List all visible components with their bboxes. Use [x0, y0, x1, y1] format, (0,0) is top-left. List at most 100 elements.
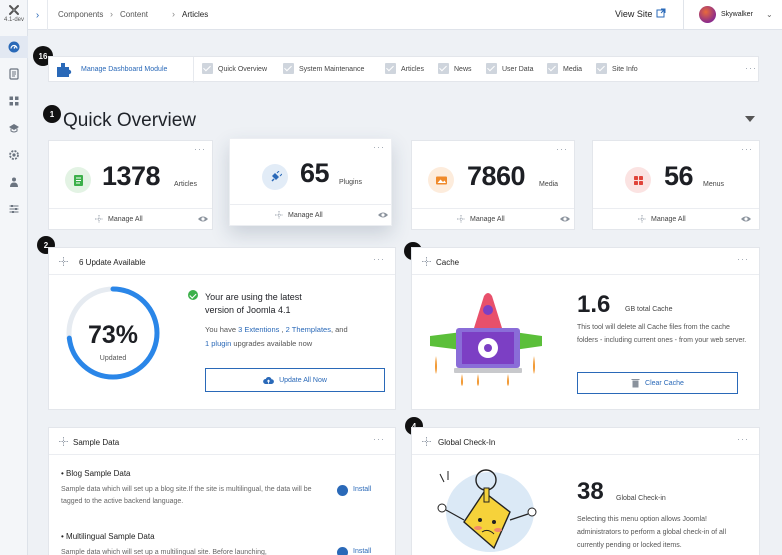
- update-all-button[interactable]: Update All Now: [205, 368, 385, 392]
- module-label-user-data[interactable]: User Data: [502, 66, 534, 73]
- extensions-icon[interactable]: [6, 174, 22, 190]
- manage-all-link-menus[interactable]: Manage All: [651, 216, 686, 223]
- more-options-icon[interactable]: ···: [737, 254, 749, 264]
- puzzle-icon[interactable]: [55, 61, 73, 79]
- top-bar: › Components › Content › Articles View S…: [28, 0, 782, 30]
- manage-all-link-articles[interactable]: Manage All: [108, 216, 143, 223]
- breadcrumb-content[interactable]: Content: [120, 10, 148, 19]
- eye-icon[interactable]: [559, 214, 571, 224]
- install-blog-button[interactable]: Install: [353, 486, 371, 493]
- stat-card-plugins: ··· 65 Plugins Manage All: [229, 138, 392, 226]
- check-circle-icon: [188, 290, 198, 300]
- more-options-icon[interactable]: ···: [556, 144, 568, 154]
- breadcrumb-components[interactable]: Components: [58, 10, 103, 19]
- checkbox-site-info[interactable]: [596, 63, 607, 74]
- stat-value-plugins: 65: [300, 158, 330, 188]
- cache-size: 1.6: [577, 291, 611, 318]
- move-icon[interactable]: [59, 257, 68, 266]
- eye-icon[interactable]: [197, 214, 209, 224]
- avatar[interactable]: [699, 6, 716, 23]
- clear-cache-button[interactable]: Clear Cache: [577, 372, 738, 394]
- checkbox-system-maintenance[interactable]: [283, 63, 294, 74]
- move-icon[interactable]: [422, 437, 431, 446]
- module-label-site-info[interactable]: Site Info: [612, 66, 638, 73]
- move-icon: [275, 211, 283, 219]
- content-icon[interactable]: [6, 66, 22, 82]
- rocket-illustration: [430, 293, 542, 386]
- update-summary: You have 3 Extentions , 2 Themplates, an…: [205, 323, 385, 351]
- stat-label-menus: Menus: [703, 181, 725, 188]
- external-link-icon[interactable]: [656, 8, 666, 18]
- update-headline-line1: Your are using the latest: [205, 292, 302, 302]
- install-multilingual-button[interactable]: Install: [353, 548, 371, 555]
- breadcrumb-separator-icon: ›: [172, 9, 175, 19]
- module-label-news[interactable]: News: [454, 66, 472, 73]
- stat-value-menus: 56: [664, 161, 694, 191]
- sample-item-title-blog: • Blog Sample Data: [61, 469, 131, 478]
- checkbox-articles[interactable]: [385, 63, 396, 74]
- stat-value-articles: 1378: [102, 161, 161, 191]
- eye-icon[interactable]: [377, 210, 389, 220]
- sample-item-desc-multilingual: Sample data which will set up a multilin…: [61, 549, 267, 555]
- plugins-icon: [262, 164, 288, 190]
- articles-icon: [65, 167, 91, 193]
- more-options-icon[interactable]: ···: [745, 63, 757, 73]
- stat-label-articles: Articles: [174, 181, 197, 188]
- cloud-upload-icon: [263, 376, 274, 384]
- more-options-icon[interactable]: ···: [741, 144, 753, 154]
- sidebar-toggle-icon[interactable]: ›: [28, 0, 48, 30]
- move-icon[interactable]: [422, 257, 431, 266]
- move-icon: [457, 215, 465, 223]
- extensions-link[interactable]: 3 Extentions: [238, 325, 279, 334]
- panel-header: Global Check-In ···: [412, 428, 759, 455]
- manage-all-link-media[interactable]: Manage All: [470, 216, 505, 223]
- checkbox-quick-overview[interactable]: [202, 63, 213, 74]
- module-label-articles[interactable]: Articles: [401, 66, 424, 73]
- card-footer: Manage All: [412, 208, 574, 229]
- dashboard-icon[interactable]: [6, 39, 22, 55]
- install-icon[interactable]: [337, 485, 348, 496]
- users-icon[interactable]: [6, 120, 22, 136]
- settings-icon[interactable]: [6, 201, 22, 217]
- collapse-caret-icon[interactable]: [745, 116, 755, 122]
- chevron-down-icon[interactable]: ⌄: [766, 10, 773, 19]
- media-icon: [428, 167, 454, 193]
- user-name[interactable]: Skywalker: [721, 11, 753, 18]
- cache-size-unit: GB total Cache: [625, 306, 673, 313]
- manage-dashboard-module-link[interactable]: Manage Dashboard Module: [81, 66, 167, 73]
- more-options-icon[interactable]: ···: [373, 434, 385, 444]
- more-options-icon[interactable]: ···: [373, 142, 385, 152]
- checkbox-media[interactable]: [547, 63, 558, 74]
- module-label-system-maintenance[interactable]: System Maintenance: [299, 66, 364, 73]
- templates-link[interactable]: 2 Themplates: [286, 325, 331, 334]
- more-options-icon[interactable]: ···: [737, 434, 749, 444]
- stat-card-menus: ··· 56 Menus Manage All: [592, 140, 760, 230]
- updates-panel: 6 Update Available ··· 73% Updated Your …: [48, 247, 396, 410]
- joomla-logo[interactable]: 4.1-dev: [0, 0, 28, 30]
- manage-all-link-plugins[interactable]: Manage All: [288, 212, 323, 219]
- move-icon[interactable]: [59, 437, 68, 446]
- checkbox-user-data[interactable]: [486, 63, 497, 74]
- view-site-link[interactable]: View Site: [615, 9, 652, 19]
- checkbox-news[interactable]: [438, 63, 449, 74]
- more-options-icon[interactable]: ···: [194, 144, 206, 154]
- module-label-quick-overview[interactable]: Quick Overview: [218, 66, 267, 73]
- stat-value-media: 7860: [467, 161, 526, 191]
- system-icon[interactable]: [6, 147, 22, 163]
- card-footer: Manage All: [230, 204, 391, 225]
- panel-header: 6 Update Available ···: [49, 248, 395, 275]
- version-label: 4.1-dev: [3, 17, 24, 23]
- module-label-media[interactable]: Media: [563, 66, 582, 73]
- install-icon[interactable]: [337, 547, 348, 555]
- sample-item-title-multilingual: • Multilingual Sample Data: [61, 532, 155, 541]
- plugin-link[interactable]: 1 plugin: [205, 339, 231, 348]
- breadcrumb-separator-icon: ›: [110, 9, 113, 19]
- cache-panel: Cache ··· 1.6 GB total Cache This tool w…: [411, 247, 760, 410]
- components-icon[interactable]: [6, 93, 22, 109]
- stat-card-articles: ··· 1378 Articles Manage All: [48, 140, 213, 230]
- update-percent-label: Updated: [99, 355, 127, 362]
- more-options-icon[interactable]: ···: [373, 254, 385, 264]
- eye-icon[interactable]: [740, 214, 752, 224]
- breadcrumb-articles: Articles: [182, 10, 209, 19]
- cache-title: Cache: [436, 258, 460, 267]
